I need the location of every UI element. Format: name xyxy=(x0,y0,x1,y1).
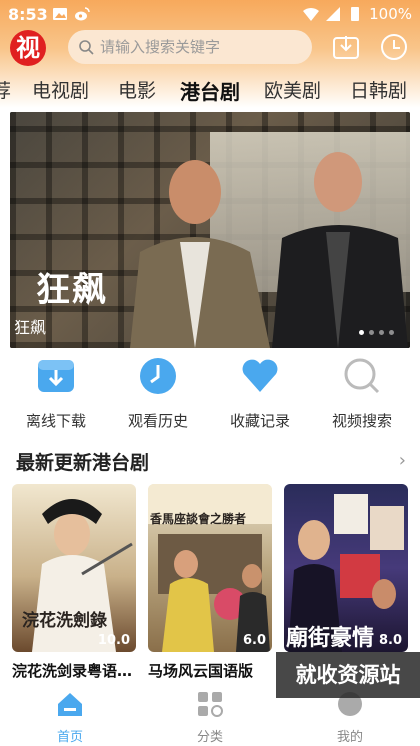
quick-label: 离线下载 xyxy=(25,412,86,430)
section-more-chevron-icon[interactable]: › xyxy=(399,450,406,471)
nav-label: 首页 xyxy=(56,730,83,745)
quick-favorites[interactable]: 收藏记录 xyxy=(210,356,310,431)
category-tabs: 荐 电视剧 电影 港台剧 欧美剧 日韩剧 xyxy=(0,72,420,106)
app-logo: 视 xyxy=(10,30,46,66)
download-icon[interactable] xyxy=(332,34,360,60)
banner-title: 狂飙 xyxy=(36,270,108,310)
carousel-dot[interactable] xyxy=(379,330,384,335)
image-icon xyxy=(53,8,67,20)
quick-label: 收藏记录 xyxy=(229,412,290,430)
nav-label: 分类 xyxy=(196,730,223,745)
poster-title: 香馬座談會之勝者 xyxy=(150,512,247,526)
clock-icon xyxy=(140,358,176,394)
section-title: 最新更新港台剧 xyxy=(16,452,150,474)
battery-percent: 100% xyxy=(369,5,412,23)
quick-actions: 离线下载 观看历史 收藏记录 视频搜索 xyxy=(0,356,420,431)
heart-icon xyxy=(242,359,278,392)
carousel-dot[interactable] xyxy=(369,330,374,335)
status-bar: 8:53 100% xyxy=(0,0,420,30)
carousel-dot[interactable] xyxy=(359,330,364,335)
search-icon xyxy=(79,40,94,55)
tab-recommend[interactable]: 荐 xyxy=(0,76,11,103)
carousel-indicator xyxy=(359,330,394,335)
signal-icon xyxy=(326,7,341,21)
tab-hk-tw-series[interactable]: 港台剧 xyxy=(180,76,240,105)
tab-movies[interactable]: 电影 xyxy=(118,76,156,103)
download-icon xyxy=(38,360,74,392)
watermark-overlay: 就收资源站 xyxy=(276,652,420,698)
banner-carousel[interactable]: 狂飙 狂飙 xyxy=(10,112,410,348)
tab-western-series[interactable]: 欧美剧 xyxy=(264,76,321,103)
quick-label: 观看历史 xyxy=(127,412,188,430)
tab-tv-series[interactable]: 电视剧 xyxy=(32,76,89,103)
banner-label: 狂飙 xyxy=(14,318,47,337)
status-notification-icons xyxy=(52,6,90,22)
search-box[interactable] xyxy=(68,30,312,64)
poster-title: 浣花洗劍錄 xyxy=(22,611,107,631)
video-card[interactable]: 浣花洗劍錄 10.0 浣花洗剑录粤语… xyxy=(12,484,136,681)
video-card[interactable]: 廟街豪情 8.0 xyxy=(284,484,408,660)
nav-mine[interactable]: 我的 xyxy=(300,690,400,745)
nav-category[interactable]: 分类 xyxy=(160,690,260,745)
video-title: 浣花洗剑录粤语… xyxy=(12,662,133,680)
nav-label: 我的 xyxy=(336,730,363,745)
nav-home[interactable]: 首页 xyxy=(20,690,120,745)
search-input[interactable] xyxy=(100,38,290,56)
banner-figure-right xyxy=(272,152,408,348)
video-card[interactable]: 香馬座談會之勝者 6.0 马场风云国语版 xyxy=(148,484,272,681)
quick-watch-history[interactable]: 观看历史 xyxy=(108,356,208,431)
home-icon xyxy=(58,693,82,716)
score-badge: 10.0 xyxy=(97,633,130,648)
score-badge: 6.0 xyxy=(242,633,266,648)
status-time: 8:53 xyxy=(8,5,48,24)
score-badge: 8.0 xyxy=(378,633,402,648)
battery-icon xyxy=(351,7,360,21)
app-bar: 视 xyxy=(0,28,420,68)
category-icon xyxy=(198,692,223,717)
video-poster[interactable]: 廟街豪情 8.0 xyxy=(284,484,408,652)
tab-jp-kr-series[interactable]: 日韩剧 xyxy=(350,76,407,103)
video-title: 马场风云国语版 xyxy=(148,662,254,680)
history-icon[interactable] xyxy=(380,33,408,61)
poster-title: 廟街豪情 xyxy=(286,625,375,651)
carousel-dot[interactable] xyxy=(389,330,394,335)
quick-label: 视频搜索 xyxy=(331,412,392,430)
weibo-icon xyxy=(75,7,90,21)
quick-offline-download[interactable]: 离线下载 xyxy=(6,356,106,431)
video-poster[interactable]: 浣花洗劍錄 10.0 xyxy=(12,484,136,652)
video-poster[interactable]: 香馬座談會之勝者 6.0 xyxy=(148,484,272,652)
wifi-icon xyxy=(303,7,320,21)
search-icon xyxy=(344,358,380,394)
quick-video-search[interactable]: 视频搜索 xyxy=(312,356,412,431)
